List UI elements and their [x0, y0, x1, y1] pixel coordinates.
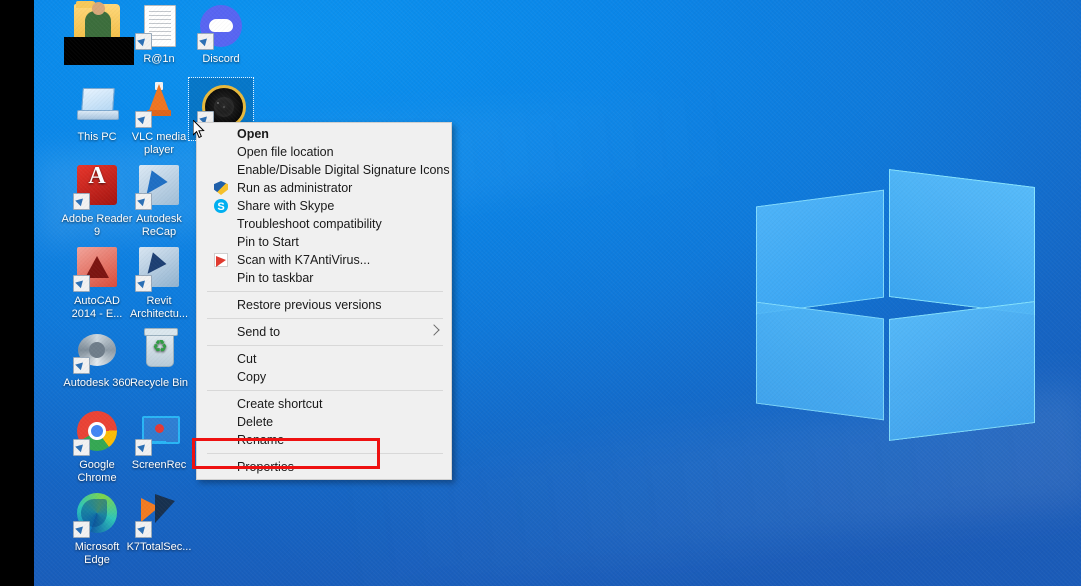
shortcut-arrow-icon: [73, 439, 90, 456]
microsoft-edge-icon: [73, 490, 121, 538]
menu-separator: [207, 453, 443, 454]
menu-item-enable-disable-digital-signature-icons[interactable]: Enable/Disable Digital Signature Icons: [197, 161, 451, 179]
desktop-icon-revit-architectu[interactable]: Revit Architectu...: [122, 244, 196, 320]
revit-icon: [135, 244, 183, 292]
k7-total-security-icon: [135, 490, 183, 538]
logo-pane-bottom-left: [756, 301, 884, 421]
menu-item-troubleshoot-compatibility[interactable]: Troubleshoot compatibility: [197, 215, 451, 233]
shortcut-arrow-icon: [197, 33, 214, 50]
shortcut-arrow-icon: [73, 275, 90, 292]
menu-item-create-shortcut[interactable]: Create shortcut: [197, 395, 451, 413]
redaction-bar: [64, 37, 134, 65]
shortcut-arrow-icon: [135, 193, 152, 210]
desktop-icon-discord[interactable]: Discord: [184, 2, 258, 66]
menu-item-label: Pin to taskbar: [237, 271, 314, 285]
menu-item-label: Delete: [237, 415, 274, 429]
k7-antivirus-icon: [214, 253, 228, 267]
this-pc-icon: [73, 80, 121, 128]
menu-separator: [207, 318, 443, 319]
shortcut-arrow-icon: [135, 275, 152, 292]
menu-item-label: Copy: [237, 370, 267, 384]
menu-item-label: Open file location: [237, 145, 334, 159]
menu-separator: [207, 291, 443, 292]
menu-item-pin-to-taskbar[interactable]: Pin to taskbar: [197, 269, 451, 287]
menu-item-label: Share with Skype: [237, 199, 335, 213]
desktop-icon-label: K7TotalSec...: [126, 541, 192, 553]
shortcut-arrow-icon: [135, 33, 152, 50]
windows-logo-wallpaper: [694, 120, 1054, 490]
desktop-icon-label: ScreenRec: [131, 459, 187, 471]
menu-item-restore-previous-versions[interactable]: Restore previous versions: [197, 296, 451, 314]
logo-pane-top-right: [889, 169, 1035, 315]
menu-item-label: Properties: [237, 460, 294, 474]
menu-item-send-to[interactable]: Send to: [197, 323, 451, 341]
menu-item-label: Pin to Start: [237, 235, 299, 249]
desktop-icon-autodesk-recap[interactable]: Autodesk ReCap: [122, 162, 196, 238]
text-document-icon: [135, 2, 183, 50]
desktop-icon-label: Recycle Bin: [129, 377, 189, 389]
logo-pane-top-left: [756, 189, 884, 315]
menu-item-scan-with-k7antivirus[interactable]: Scan with K7AntiVirus...: [197, 251, 451, 269]
menu-item-open[interactable]: Open: [197, 125, 451, 143]
menu-item-pin-to-start[interactable]: Pin to Start: [197, 233, 451, 251]
recycle-bin-icon: [135, 326, 183, 374]
menu-item-label: Rename: [237, 433, 285, 447]
shortcut-arrow-icon: [135, 111, 152, 128]
autocad-icon: [73, 244, 121, 292]
menu-separator: [207, 345, 443, 346]
menu-item-rename[interactable]: Rename: [197, 431, 451, 449]
menu-item-label: Troubleshoot compatibility: [237, 217, 382, 231]
menu-item-delete[interactable]: Delete: [197, 413, 451, 431]
menu-item-label: Open: [237, 127, 269, 141]
shortcut-arrow-icon: [73, 193, 90, 210]
desktop-icon-recycle-bin[interactable]: Recycle Bin: [122, 326, 196, 390]
shortcut-arrow-icon: [73, 357, 90, 374]
desktop-icon-label: Autodesk ReCap: [136, 213, 182, 238]
desktop-icon-k7totalsec[interactable]: K7TotalSec...: [122, 490, 196, 554]
menu-item-label: Cut: [237, 352, 257, 366]
discord-icon: [197, 2, 245, 50]
shortcut-arrow-icon: [135, 439, 152, 456]
menu-item-label: Create shortcut: [237, 397, 323, 411]
desktop-icon-label: Revit Architectu...: [129, 295, 189, 320]
menu-item-open-file-location[interactable]: Open file location: [197, 143, 451, 161]
autodesk-recap-icon: [135, 162, 183, 210]
shortcut-arrow-icon: [73, 521, 90, 538]
mouse-cursor: [193, 120, 205, 139]
uac-shield-icon: [214, 181, 228, 195]
adobe-reader-icon: [73, 162, 121, 210]
autodesk-360-icon: [73, 326, 121, 374]
menu-item-label: Restore previous versions: [237, 298, 382, 312]
menu-item-cut[interactable]: Cut: [197, 350, 451, 368]
menu-item-label: Enable/Disable Digital Signature Icons: [237, 163, 450, 177]
logo-pane-bottom-right: [889, 301, 1035, 441]
menu-separator: [207, 390, 443, 391]
menu-item-properties[interactable]: Properties: [197, 458, 451, 476]
shortcut-arrow-icon: [135, 521, 152, 538]
menu-item-copy[interactable]: Copy: [197, 368, 451, 386]
skype-icon: [214, 198, 228, 216]
menu-item-run-as-administrator[interactable]: Run as administrator: [197, 179, 451, 197]
context-menu[interactable]: Open Open file location Enable/Disable Dig…: [196, 122, 452, 480]
screenrec-icon: [135, 408, 183, 456]
menu-item-label: Send to: [237, 325, 281, 339]
desktop-icon-label: Discord: [202, 53, 240, 65]
chevron-right-icon: [428, 324, 440, 336]
vlc-icon: [135, 80, 183, 128]
menu-item-label: Scan with K7AntiVirus...: [237, 253, 371, 267]
menu-item-label: Run as administrator: [237, 181, 353, 195]
desktop-icon-screenrec[interactable]: ScreenRec: [122, 408, 196, 472]
desktop-background[interactable]: R@1nDiscordThis PCVLC media playerSnap C…: [34, 0, 1081, 586]
menu-item-share-with-skype[interactable]: Share with Skype: [197, 197, 451, 216]
left-letterbox-bar: [0, 0, 34, 586]
google-chrome-icon: [73, 408, 121, 456]
